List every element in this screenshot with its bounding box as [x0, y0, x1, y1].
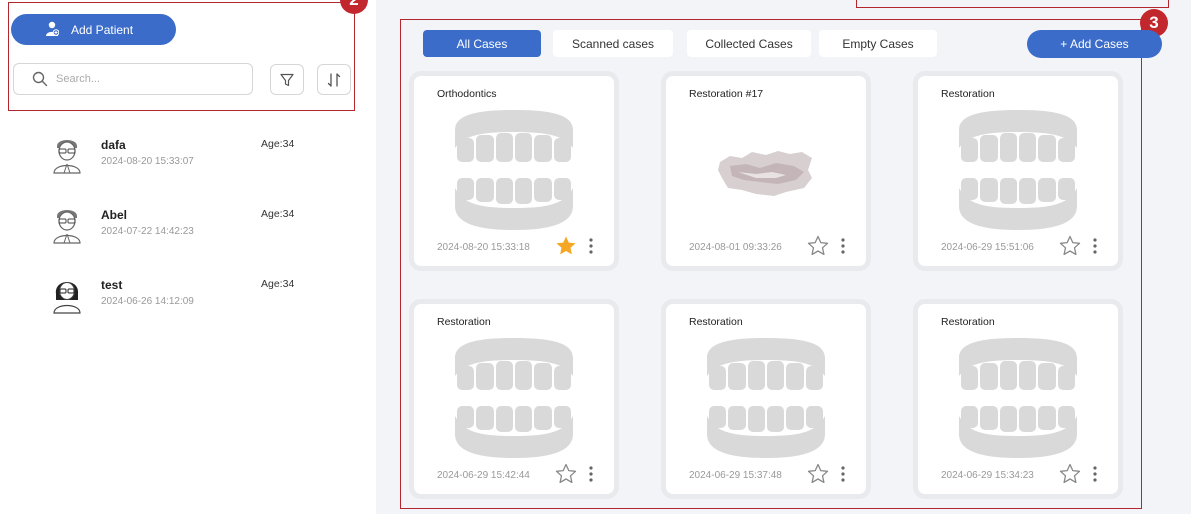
user-add-icon — [46, 21, 59, 36]
tab-empty-cases[interactable]: Empty Cases — [819, 30, 937, 57]
case-card[interactable]: Restoration #17 2024-08-01 09:33:26 — [661, 71, 871, 271]
more-vertical-icon[interactable] — [838, 464, 848, 484]
teeth-placeholder-icon — [959, 110, 1077, 230]
scan-thumbnail-image — [718, 151, 812, 196]
search-icon — [32, 71, 48, 87]
patient-date: 2024-07-22 14:42:23 — [101, 226, 194, 237]
add-cases-button[interactable]: + Add Cases — [1027, 30, 1162, 58]
case-title: Restoration — [689, 316, 743, 328]
teeth-placeholder-icon — [455, 110, 573, 230]
app-window: 2 Add Patient — [0, 0, 1191, 514]
case-title: Restoration — [941, 88, 995, 100]
star-icon[interactable] — [554, 462, 578, 486]
patient-avatar-male-icon — [53, 140, 81, 174]
case-date: 2024-06-29 15:34:23 — [941, 470, 1034, 481]
teeth-placeholder-icon — [707, 338, 825, 458]
patient-date: 2024-08-20 15:33:07 — [101, 156, 194, 167]
patient-item-abel[interactable]: Abel 2024-07-22 14:42:23 Age:34 — [52, 206, 302, 248]
case-date: 2024-06-29 15:51:06 — [941, 242, 1034, 253]
case-card[interactable]: Orthodontics 2024-08-20 15:33:18 — [409, 71, 619, 271]
case-date: 2024-06-29 15:42:44 — [437, 470, 530, 481]
sort-button[interactable] — [317, 64, 351, 95]
teeth-placeholder-icon — [959, 338, 1077, 458]
case-title: Restoration — [941, 316, 995, 328]
tab-all-cases[interactable]: All Cases — [423, 30, 541, 57]
add-patient-label: Add Patient — [71, 22, 134, 37]
case-date: 2024-08-20 15:33:18 — [437, 242, 530, 253]
teeth-placeholder-icon — [455, 338, 573, 458]
more-vertical-icon[interactable] — [1090, 464, 1100, 484]
patient-item-test[interactable]: test 2024-06-26 14:12:09 Age:34 — [52, 276, 302, 318]
case-date: 2024-06-29 15:37:48 — [689, 470, 782, 481]
tab-scanned-cases[interactable]: Scanned cases — [553, 30, 673, 57]
filter-icon — [280, 73, 294, 86]
star-icon[interactable] — [1058, 234, 1082, 258]
add-patient-button[interactable]: Add Patient — [11, 14, 176, 45]
star-icon[interactable] — [806, 234, 830, 258]
tab-collected-cases[interactable]: Collected Cases — [687, 30, 811, 57]
case-card[interactable]: Restoration 2024-06-29 15:51:06 — [913, 71, 1123, 271]
patient-avatar-female-icon — [53, 282, 81, 314]
more-vertical-icon[interactable] — [1090, 236, 1100, 256]
search-box[interactable] — [13, 63, 253, 95]
patient-age: Age:34 — [261, 208, 295, 220]
star-icon[interactable] — [554, 234, 578, 258]
case-card[interactable]: Restoration 2024-06-29 15:42:44 — [409, 299, 619, 499]
patient-item-dafa[interactable]: dafa 2024-08-20 15:33:07 Age:34 — [52, 136, 302, 178]
sort-icon — [327, 72, 341, 87]
patient-avatar-male-icon — [53, 210, 81, 244]
patient-name: dafa — [101, 138, 126, 152]
case-title: Restoration — [437, 316, 491, 328]
more-vertical-icon[interactable] — [586, 464, 596, 484]
annotation-box-1-edge — [856, 0, 1169, 8]
patient-name: test — [101, 278, 123, 292]
case-card[interactable]: Restoration 2024-06-29 15:37:48 — [661, 299, 871, 499]
patient-age: Age:34 — [261, 138, 295, 150]
patient-date: 2024-06-26 14:12:09 — [101, 296, 194, 307]
case-title: Orthodontics — [437, 88, 497, 100]
search-input[interactable] — [56, 73, 236, 85]
patient-age: Age:34 — [261, 278, 295, 290]
star-icon[interactable] — [806, 462, 830, 486]
more-vertical-icon[interactable] — [838, 236, 848, 256]
patient-name: Abel — [101, 208, 128, 222]
more-vertical-icon[interactable] — [586, 236, 596, 256]
star-icon[interactable] — [1058, 462, 1082, 486]
case-title: Restoration #17 — [689, 88, 764, 100]
filter-button[interactable] — [270, 64, 304, 95]
case-date: 2024-08-01 09:33:26 — [689, 242, 782, 253]
case-card[interactable]: Restoration 2024-06-29 15:34:23 — [913, 299, 1123, 499]
